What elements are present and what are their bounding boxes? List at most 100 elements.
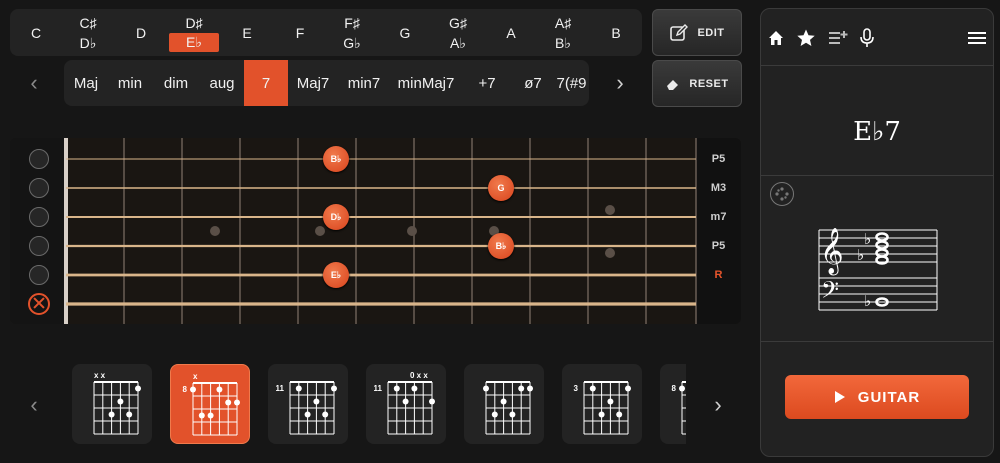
- chevron-left-icon[interactable]: ‹: [24, 390, 44, 420]
- chord-quality-option[interactable]: 7: [244, 60, 288, 106]
- root-key[interactable]: F♯ G♭: [326, 9, 378, 56]
- open-string-button[interactable]: [29, 236, 49, 256]
- fretboard-note[interactable]: B♭: [488, 233, 514, 259]
- star-icon[interactable]: [795, 27, 817, 49]
- root-key-label: E: [242, 24, 252, 41]
- chord-diagram: 11: [276, 381, 337, 435]
- play-label: GUITAR: [857, 388, 921, 406]
- open-string-button[interactable]: [29, 149, 49, 169]
- chord-quality-option[interactable]: Maj7: [288, 60, 338, 106]
- root-key-label: F♯: [344, 14, 360, 31]
- chord-quality-option[interactable]: +7: [462, 60, 512, 106]
- edit-label: EDIT: [697, 26, 725, 39]
- root-key-label: C: [30, 24, 42, 41]
- chord-quality-option[interactable]: min: [108, 60, 152, 106]
- fretboard-note[interactable]: B♭: [323, 146, 349, 172]
- root-key[interactable]: C♯ D♭: [62, 9, 114, 56]
- fret-marker: [210, 226, 220, 236]
- chevron-right-icon[interactable]: ›: [610, 68, 630, 98]
- chord-quality-option[interactable]: min7: [338, 60, 390, 106]
- svg-text:3: 3: [574, 384, 579, 393]
- fret-marker: [605, 248, 615, 258]
- root-key[interactable]: F: [274, 9, 326, 56]
- svg-text:♭: ♭: [864, 230, 871, 248]
- interval-label: M3: [710, 182, 727, 194]
- playlist-add-icon[interactable]: [827, 27, 849, 49]
- chord-quality-option[interactable]: dim: [152, 60, 200, 106]
- pencil-icon: [670, 23, 689, 41]
- chord-diagram: 3: [574, 381, 631, 435]
- open-string-button[interactable]: [29, 207, 49, 227]
- svg-text:0 x x: 0 x x: [410, 371, 428, 380]
- voicing-card[interactable]: x x: [72, 364, 152, 444]
- root-key-enharmonic-label: A♭: [450, 34, 466, 51]
- chord-quality-option[interactable]: Maj: [64, 60, 108, 106]
- root-key[interactable]: B: [590, 9, 642, 56]
- fingering-options-icon[interactable]: [770, 182, 794, 206]
- chord-diagram: 8: [672, 381, 686, 435]
- reset-label: RESET: [689, 77, 729, 90]
- voicing-card[interactable]: 11: [268, 364, 348, 444]
- chord-detail-panel: E♭7 𝄞 𝄢 ♭ ♭ ♭ GUITAR: [760, 8, 994, 457]
- chord-quality-option[interactable]: 7(#9: [554, 60, 589, 106]
- notation-area: 𝄞 𝄢 ♭ ♭ ♭: [761, 175, 993, 342]
- root-key[interactable]: A♯ B♭: [537, 9, 589, 56]
- voicing-card[interactable]: [464, 364, 544, 444]
- svg-text:x: x: [193, 372, 198, 381]
- reset-button[interactable]: RESET: [652, 60, 742, 107]
- fretboard[interactable]: P5 M3 m7 P5 R B♭ G D♭ B♭ E♭: [10, 138, 741, 324]
- root-key-enharmonic-label: D♭: [79, 34, 97, 51]
- mute-string-button[interactable]: [28, 293, 50, 315]
- root-key-label: B: [611, 24, 621, 41]
- chord-quality-option[interactable]: ø7: [512, 60, 554, 106]
- panel-toolbar: [761, 9, 993, 66]
- chord-diagram: 11 0 x x: [374, 371, 435, 435]
- chevron-right-icon[interactable]: ›: [708, 390, 728, 420]
- root-key[interactable]: G♯ A♭: [432, 9, 484, 56]
- fret-marker: [315, 226, 325, 236]
- microphone-icon[interactable]: [856, 27, 878, 49]
- play-guitar-button[interactable]: GUITAR: [785, 375, 969, 419]
- fret-marker: [407, 226, 417, 236]
- chord-quality-option[interactable]: aug: [200, 60, 244, 106]
- root-key[interactable]: D♯ E♭: [168, 9, 220, 56]
- chevron-left-icon[interactable]: ‹: [24, 68, 44, 98]
- interval-label: P5: [711, 240, 726, 252]
- root-key[interactable]: D: [115, 9, 167, 56]
- chord-diagram: x x: [93, 371, 141, 435]
- root-key-label: D♯: [185, 15, 203, 31]
- svg-text:11: 11: [276, 384, 285, 393]
- home-icon[interactable]: [765, 27, 787, 49]
- svg-text:8: 8: [183, 385, 188, 394]
- voicing-card[interactable]: 8: [660, 364, 686, 444]
- root-key[interactable]: G: [379, 9, 431, 56]
- chord-diagram: 8x: [183, 372, 240, 436]
- svg-text:♭: ♭: [857, 246, 864, 264]
- menu-icon[interactable]: [966, 27, 988, 49]
- open-string-button[interactable]: [29, 265, 49, 285]
- chord-quality-selector: Maj min dim aug 7 Maj7 min7 minMaj7 +7 ø7 7(#9: [64, 60, 589, 106]
- root-key[interactable]: E: [221, 9, 273, 56]
- edit-button[interactable]: EDIT: [652, 9, 742, 56]
- bass-clef: 𝄢: [821, 276, 839, 309]
- fretboard-note[interactable]: G: [488, 175, 514, 201]
- root-key-label: D: [135, 24, 147, 41]
- chord-diagram: [483, 381, 533, 435]
- root-key-label: A♯: [554, 14, 572, 31]
- play-icon: [834, 391, 845, 403]
- interval-label: R: [714, 269, 723, 281]
- fretboard-note[interactable]: D♭: [323, 204, 349, 230]
- chord-quality-option[interactable]: minMaj7: [390, 60, 462, 106]
- root-key[interactable]: A: [485, 9, 537, 56]
- svg-text:11: 11: [374, 384, 383, 393]
- svg-text:x x: x x: [94, 371, 106, 380]
- voicing-card[interactable]: 11 0 x x: [366, 364, 446, 444]
- root-key[interactable]: C: [10, 9, 62, 56]
- open-string-button[interactable]: [29, 178, 49, 198]
- root-key-label: C♯: [79, 14, 97, 31]
- voicing-card[interactable]: 8x: [170, 364, 250, 444]
- root-key-enharmonic-label: G♭: [343, 34, 361, 51]
- voicing-card[interactable]: 3: [562, 364, 642, 444]
- chord-name: E♭7: [853, 117, 901, 147]
- fretboard-note[interactable]: E♭: [323, 262, 349, 288]
